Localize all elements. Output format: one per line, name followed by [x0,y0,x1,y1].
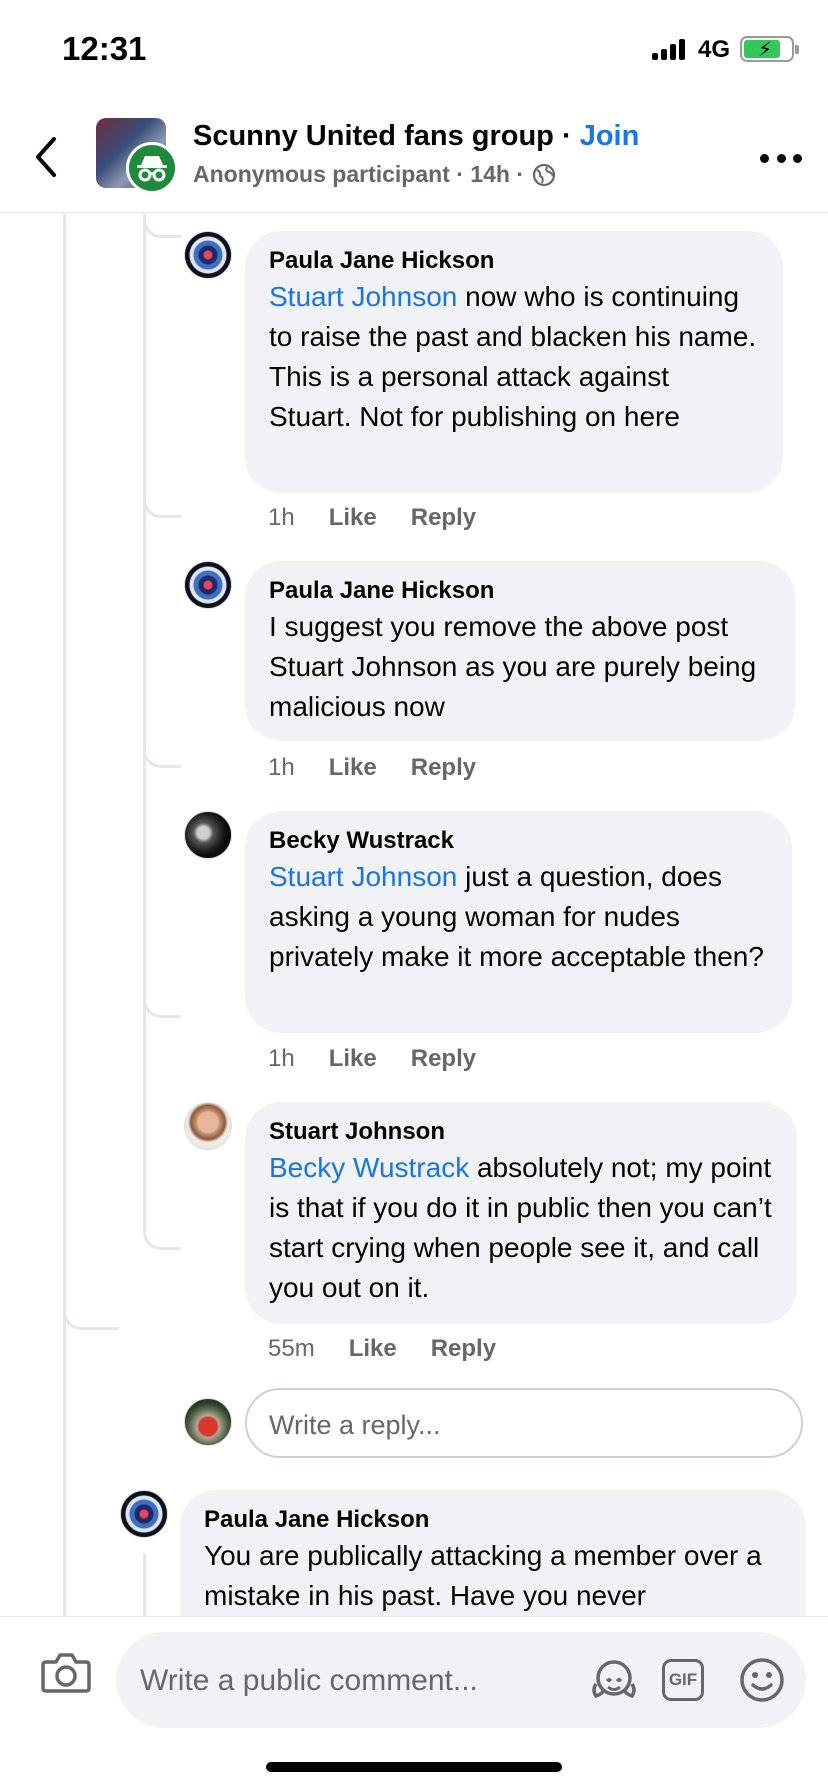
avatar[interactable] [120,1490,168,1538]
reply-button[interactable]: Reply [411,504,476,532]
like-button[interactable]: Like [329,504,377,532]
comment-input[interactable]: Write a public comment... GIF [116,1632,806,1728]
thread-branch [143,414,181,518]
avatar[interactable] [184,561,232,609]
comment-bubble: Paula Jane Hickson I suggest you remove … [245,561,795,741]
comment-actions: 1h Like Reply [268,1045,476,1073]
post-subtitle: Anonymous participant · 14h · [193,161,556,188]
back-button[interactable] [30,135,64,179]
comment-author[interactable]: Paula Jane Hickson [204,1504,782,1536]
comment-composer: Write a public comment... GIF [0,1616,828,1728]
comment-actions: 1h Like Reply [268,504,476,532]
comment-time[interactable]: 55m [268,1335,315,1363]
emoji-icon [740,1658,784,1702]
comment-body: I suggest you remove the above post Stua… [269,611,757,722]
reply-button[interactable]: Reply [411,1045,476,1073]
thread-branch [143,664,181,768]
status-bar: 12:31 4G ⚡ [0,0,828,100]
comment-body: You are publically attacking a member ov… [204,1540,762,1611]
reply-button[interactable]: Reply [431,1335,496,1363]
thread-branch [63,1214,119,1330]
home-indicator [266,1762,562,1772]
like-button[interactable]: Like [349,1335,397,1363]
current-user-avatar [184,1398,232,1446]
comment-text: Stuart Johnson just a question, does ask… [269,857,768,977]
comment-thread: Paula Jane Hickson Stuart Johnson now wh… [0,214,828,1616]
comment-time[interactable]: 1h [268,754,295,782]
comment-author[interactable]: Stuart Johnson [269,1116,773,1148]
comment-actions: 55m Like Reply [268,1335,496,1363]
mention-link[interactable]: Stuart Johnson [269,861,457,892]
comment-bubble: Stuart Johnson Becky Wustrack absolutely… [245,1102,797,1324]
comment-author[interactable]: Paula Jane Hickson [269,575,771,607]
gif-icon[interactable]: GIF [662,1659,704,1701]
mention-link[interactable]: Becky Wustrack [269,1152,469,1183]
comment-text: I suggest you remove the above post Stua… [269,607,771,727]
avatar-frame-button[interactable] [588,1654,640,1706]
title-separator: · [553,120,580,152]
mention-link[interactable]: Stuart Johnson [269,281,457,312]
avatar[interactable] [184,1102,232,1150]
thread-branch [143,214,181,238]
status-time: 12:31 [62,30,147,67]
like-button[interactable]: Like [329,754,377,782]
thread-branch [143,914,181,1018]
comment-text: Stuart Johnson now who is continuing to … [269,277,759,437]
chevron-left-icon [36,137,56,177]
thread-line-outer [63,214,66,1616]
network-type: 4G [698,36,731,63]
camera-icon [41,1653,91,1693]
comment-text: You are publically attacking a member ov… [204,1536,782,1616]
avatar[interactable] [184,231,232,279]
subtitle-text: Anonymous participant · 14h · [193,161,524,187]
comment-text: Becky Wustrack absolutely not; my point … [269,1148,773,1308]
reply-button[interactable]: Reply [411,754,476,782]
comment-time[interactable]: 1h [268,504,295,532]
more-button[interactable] [760,152,802,164]
post-header: Scunny United fans group · Join Anonymou… [0,100,828,213]
emoji-button[interactable] [736,1654,788,1706]
comment-bubble: Becky Wustrack Stuart Johnson just a que… [245,811,792,1033]
comment-bubble: Paula Jane Hickson You are publically at… [180,1490,806,1616]
group-name-link[interactable]: Scunny United fans group [193,120,554,152]
signal-icon [652,38,688,60]
comment-placeholder: Write a public comment... [140,1664,478,1697]
battery-icon: ⚡ [740,36,799,62]
group-title: Scunny United fans group · Join [193,120,639,153]
reply-input[interactable]: Write a reply... [245,1388,803,1458]
thread-branch [143,1194,181,1250]
join-button[interactable]: Join [580,120,640,152]
avatar[interactable] [184,811,232,859]
incognito-icon [126,142,178,194]
like-button[interactable]: Like [329,1045,377,1073]
comment-author[interactable]: Paula Jane Hickson [269,245,759,277]
comment-bubble: Paula Jane Hickson Stuart Johnson now wh… [245,231,783,493]
avatar-frame-icon [592,1660,636,1699]
comment-time[interactable]: 1h [268,1045,295,1073]
camera-button[interactable] [40,1650,92,1694]
comment-actions: 1h Like Reply [268,754,476,782]
comment-author[interactable]: Becky Wustrack [269,825,768,857]
globe-icon [532,163,556,186]
thread-line-child [143,1554,146,1616]
